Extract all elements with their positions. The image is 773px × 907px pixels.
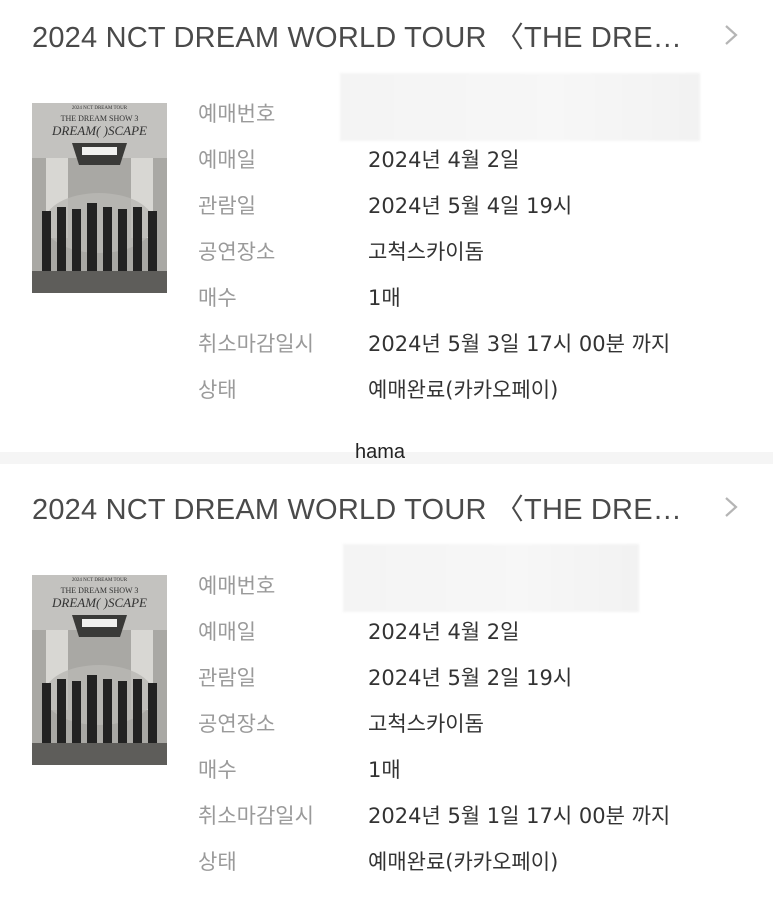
label-booking-date: 예매일 [198, 148, 256, 172]
label-status: 상태 [198, 850, 237, 874]
row-quantity: 매수 1매 [198, 274, 670, 320]
poster-line3: DREAM( )SCAPE [52, 123, 147, 138]
value-booking-date: 2024년 4월 2일 [368, 620, 520, 644]
label-status: 상태 [198, 378, 237, 402]
label-quantity: 매수 [198, 286, 237, 310]
label-booking-number: 예매번호 [198, 574, 276, 598]
label-booking-date: 예매일 [198, 620, 256, 644]
ticket-card[interactable]: 2024 NCT DREAM WORLD TOUR 〈THE DRE… 2024… [0, 0, 773, 452]
poster-line1: 2024 NCT DREAM TOUR [71, 106, 128, 111]
label-booking-number: 예매번호 [198, 102, 276, 126]
row-booking-number: 예매번호 [198, 562, 670, 608]
value-status: 예매완료(카카오페이) [368, 378, 559, 402]
ticket-card[interactable]: 2024 NCT DREAM WORLD TOUR 〈THE DRE… 2024… [0, 472, 773, 907]
row-venue: 공연장소 고척스카이돔 [198, 228, 670, 274]
value-venue: 고척스카이돔 [368, 712, 484, 736]
chevron-right-icon[interactable] [720, 494, 742, 520]
value-booking-date: 2024년 4월 2일 [368, 148, 520, 172]
label-cancel-deadline: 취소마감일시 [198, 332, 314, 356]
value-quantity: 1매 [368, 758, 401, 782]
row-cancel-deadline: 취소마감일시 2024년 5월 3일 17시 00분 까지 [198, 320, 670, 366]
poster-line1: 2024 NCT DREAM TOUR [71, 578, 128, 583]
label-show-date: 관람일 [198, 194, 256, 218]
ticket-title: 2024 NCT DREAM WORLD TOUR 〈THE DRE… [32, 22, 682, 54]
chevron-right-icon[interactable] [720, 22, 742, 48]
value-show-date: 2024년 5월 4일 19시 [368, 194, 573, 218]
row-booking-date: 예매일 2024년 4월 2일 [198, 136, 670, 182]
ticket-header[interactable]: 2024 NCT DREAM WORLD TOUR 〈THE DRE… [32, 472, 742, 542]
label-venue: 공연장소 [198, 712, 276, 736]
poster-line2: THE DREAM SHOW 3 [60, 114, 139, 123]
ticket-details: 예매번호 예매일 2024년 4월 2일 관람일 2024년 5월 4일 19시… [198, 90, 670, 412]
value-venue: 고척스카이돔 [368, 240, 484, 264]
row-show-date: 관람일 2024년 5월 4일 19시 [198, 182, 670, 228]
value-cancel-deadline: 2024년 5월 1일 17시 00분 까지 [368, 804, 671, 828]
ticket-details: 예매번호 예매일 2024년 4월 2일 관람일 2024년 5월 2일 19시… [198, 562, 670, 884]
row-status: 상태 예매완료(카카오페이) [198, 838, 670, 884]
label-cancel-deadline: 취소마감일시 [198, 804, 314, 828]
event-poster: 2024 NCT DREAM TOUR THE DREAM SHOW 3 DRE… [32, 575, 167, 765]
row-booking-number: 예매번호 [198, 90, 670, 136]
row-status: 상태 예매완료(카카오페이) [198, 366, 670, 412]
label-show-date: 관람일 [198, 666, 256, 690]
row-venue: 공연장소 고척스카이돔 [198, 700, 670, 746]
row-quantity: 매수 1매 [198, 746, 670, 792]
event-poster: 2024 NCT DREAM TOUR THE DREAM SHOW 3 DRE… [32, 103, 167, 293]
value-cancel-deadline: 2024년 5월 3일 17시 00분 까지 [368, 332, 671, 356]
poster-line2: THE DREAM SHOW 3 [60, 586, 139, 595]
value-show-date: 2024년 5월 2일 19시 [368, 666, 573, 690]
poster-line3: DREAM( )SCAPE [52, 595, 147, 610]
watermark-text: hama [355, 441, 406, 463]
label-quantity: 매수 [198, 758, 237, 782]
label-venue: 공연장소 [198, 240, 276, 264]
ticket-header[interactable]: 2024 NCT DREAM WORLD TOUR 〈THE DRE… [32, 0, 742, 70]
row-booking-date: 예매일 2024년 4월 2일 [198, 608, 670, 654]
value-quantity: 1매 [368, 286, 401, 310]
ticket-title: 2024 NCT DREAM WORLD TOUR 〈THE DRE… [32, 494, 682, 526]
row-cancel-deadline: 취소마감일시 2024년 5월 1일 17시 00분 까지 [198, 792, 670, 838]
value-status: 예매완료(카카오페이) [368, 850, 559, 874]
row-show-date: 관람일 2024년 5월 2일 19시 [198, 654, 670, 700]
